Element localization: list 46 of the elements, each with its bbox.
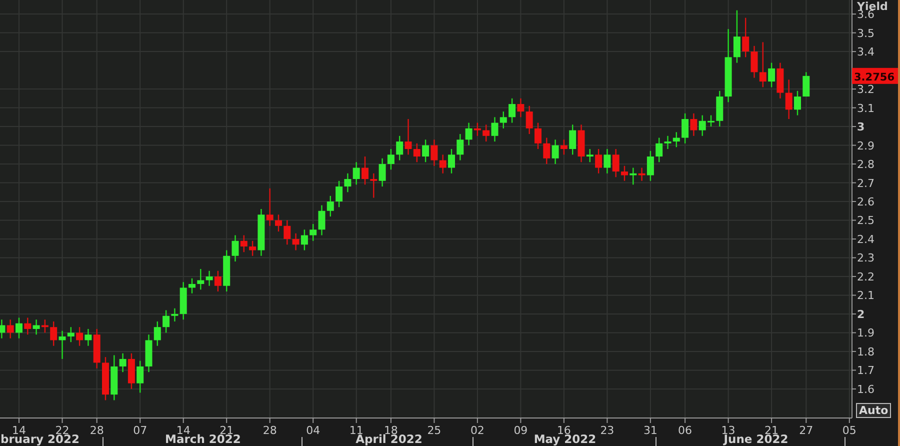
candlestick [802,72,810,97]
x-axis-label: 31 [643,424,658,437]
y-axis-label: 2.8 [857,158,874,172]
x-axis-label: 07 [133,424,148,437]
y-axis-label: 3.5 [857,26,874,40]
candlestick [794,90,801,116]
candlestick [362,156,368,185]
y-axis-label: 2.6 [857,196,874,208]
candlestick [448,149,455,174]
y-axis-label: 2.3 [857,252,874,265]
y-axis-label: 1.6 [857,382,874,396]
x-axis-label: 02 [470,424,484,437]
candlestick [275,214,282,232]
x-axis-label: 14 [176,424,190,437]
x-axis-label: 28 [262,424,277,437]
x-axis-label: 27 [799,424,814,437]
x-axis-label: 05 [842,424,856,437]
y-axis-label: 1.7 [857,364,874,378]
candlestick [708,115,714,127]
last-price-tag: 3.2756 [852,68,898,84]
y-axis-label: 2.2 [857,270,874,284]
candlestick [621,166,628,181]
candlestick [16,318,22,338]
y-axis-label: 1.9 [857,326,874,340]
y-axis-label: 2.7 [857,176,874,190]
y-axis-label: 1.8 [857,345,874,358]
y-axis-label: 2.9 [857,139,874,152]
y-axis-label: 3.1 [857,102,874,115]
x-axis-label: 06 [678,424,692,437]
x-axis-label: 14 [12,424,26,437]
x-axis-label: 04 [306,424,320,437]
auto-scale-button[interactable]: Auto [856,403,892,418]
x-axis-label: 25 [427,424,442,437]
y-axis-label: 2.5 [857,214,874,228]
x-axis-label: 09 [514,424,528,437]
x-axis-label: 28 [90,424,104,437]
y-axis-label: 2 [857,308,865,321]
candlestick [102,357,109,400]
y-axis-label: 2.4 [857,233,874,246]
candlestick [188,278,196,294]
y-axis-label: 3.4 [857,46,874,59]
y-axis-label: 3 [857,120,865,134]
y-axis-label: 3.2 [857,83,874,96]
y-axis-label: 2.1 [857,289,874,302]
candlestick [534,122,542,150]
x-axis-label: 23 [600,424,614,437]
